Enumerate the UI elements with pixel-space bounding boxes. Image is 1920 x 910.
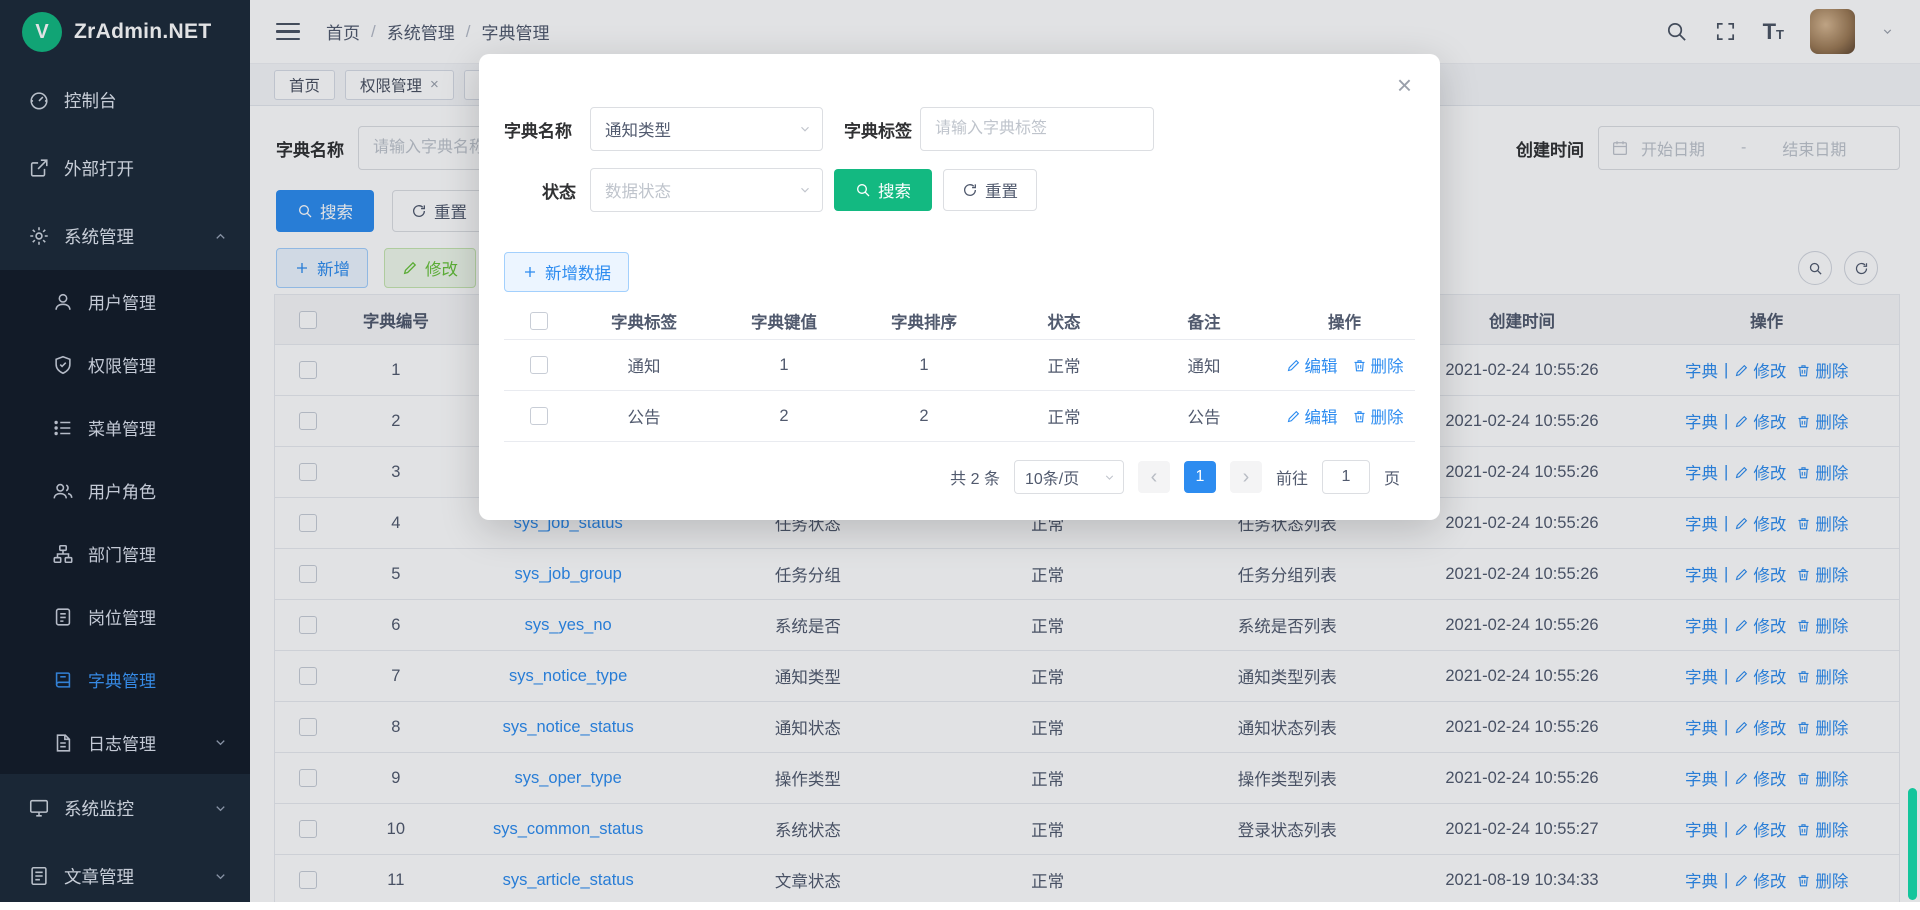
plus-icon [522, 264, 538, 280]
status-placeholder: 数据状态 [605, 178, 671, 202]
prev-page-button[interactable]: ‹ [1138, 461, 1170, 493]
dict-label-cell: 公告 [574, 391, 714, 441]
trash-icon [1352, 358, 1367, 373]
status-label: 状态 [504, 178, 576, 203]
header-remark: 备注 [1134, 302, 1274, 339]
pagination-total: 共 2 条 [950, 465, 1000, 489]
dict-sort-cell: 1 [854, 340, 994, 390]
dict-name-selected-value: 通知类型 [605, 117, 671, 141]
table-header-row: 字典标签 字典键值 字典排序 状态 备注 操作 [504, 302, 1415, 340]
goto-page-input[interactable] [1322, 460, 1370, 494]
pencil-icon [1286, 358, 1301, 373]
actions-cell: 编辑 删除 [1274, 340, 1415, 390]
status-cell: 正常 [994, 340, 1134, 390]
header-actions: 操作 [1274, 302, 1415, 339]
close-icon[interactable]: × [1397, 72, 1412, 98]
dict-name-select[interactable]: 通知类型 [590, 107, 823, 151]
pagination: 共 2 条 10条/页 ‹ 1 › 前往 页 [504, 460, 1400, 494]
dict-sort-cell: 2 [854, 391, 994, 441]
header-dict-label: 字典标签 [574, 302, 714, 339]
dict-value-cell: 2 [714, 391, 854, 441]
row-checkbox[interactable] [530, 356, 548, 374]
next-page-button[interactable]: › [1230, 461, 1262, 493]
modal-reset-button[interactable]: 重置 [943, 169, 1037, 211]
add-data-button[interactable]: 新增数据 [504, 252, 629, 292]
header-dict-sort: 字典排序 [854, 302, 994, 339]
dict-data-table: 字典标签 字典键值 字典排序 状态 备注 操作 通知 1 1 正常 通知 编辑 [504, 302, 1415, 442]
select-all-checkbox[interactable] [530, 312, 548, 330]
row-delete-link[interactable]: 删除 [1352, 404, 1404, 428]
table-row: 公告 2 2 正常 公告 编辑 删除 [504, 391, 1415, 442]
search-icon [855, 182, 871, 198]
modal-search-button[interactable]: 搜索 [834, 169, 932, 211]
row-delete-link[interactable]: 删除 [1352, 353, 1404, 377]
current-page-button[interactable]: 1 [1184, 461, 1216, 493]
dict-name-label: 字典名称 [504, 117, 576, 142]
chevron-down-icon [798, 183, 812, 197]
scrollbar-thumb[interactable] [1908, 788, 1917, 900]
header-status: 状态 [994, 302, 1134, 339]
remark-cell: 公告 [1134, 391, 1274, 441]
header-dict-value: 字典键值 [714, 302, 854, 339]
dict-value-cell: 1 [714, 340, 854, 390]
modal-filter-row-2: 状态 数据状态 搜索 重置 [504, 168, 1415, 212]
chevron-down-icon [798, 122, 812, 136]
row-edit-link[interactable]: 编辑 [1286, 353, 1338, 377]
dict-data-dialog: × 字典名称 通知类型 字典标签 状态 数据状态 搜索 重置 新增数据 字典标 [479, 54, 1440, 520]
remark-cell: 通知 [1134, 340, 1274, 390]
actions-cell: 编辑 删除 [1274, 391, 1415, 441]
refresh-icon [962, 182, 978, 198]
page-size-select[interactable]: 10条/页 [1014, 460, 1124, 494]
dict-label-input[interactable] [920, 107, 1154, 151]
dict-label-label: 字典标签 [840, 117, 912, 142]
row-checkbox[interactable] [530, 407, 548, 425]
goto-label: 前往 [1276, 465, 1308, 489]
trash-icon [1352, 409, 1367, 424]
status-select[interactable]: 数据状态 [590, 168, 823, 212]
status-cell: 正常 [994, 391, 1134, 441]
page-unit-label: 页 [1384, 465, 1400, 489]
dict-label-cell: 通知 [574, 340, 714, 390]
modal-filter-row-1: 字典名称 通知类型 字典标签 [504, 107, 1415, 151]
table-row: 通知 1 1 正常 通知 编辑 删除 [504, 340, 1415, 391]
page-size-value: 10条/页 [1025, 465, 1079, 489]
pencil-icon [1286, 409, 1301, 424]
row-edit-link[interactable]: 编辑 [1286, 404, 1338, 428]
chevron-down-icon [1103, 471, 1116, 484]
